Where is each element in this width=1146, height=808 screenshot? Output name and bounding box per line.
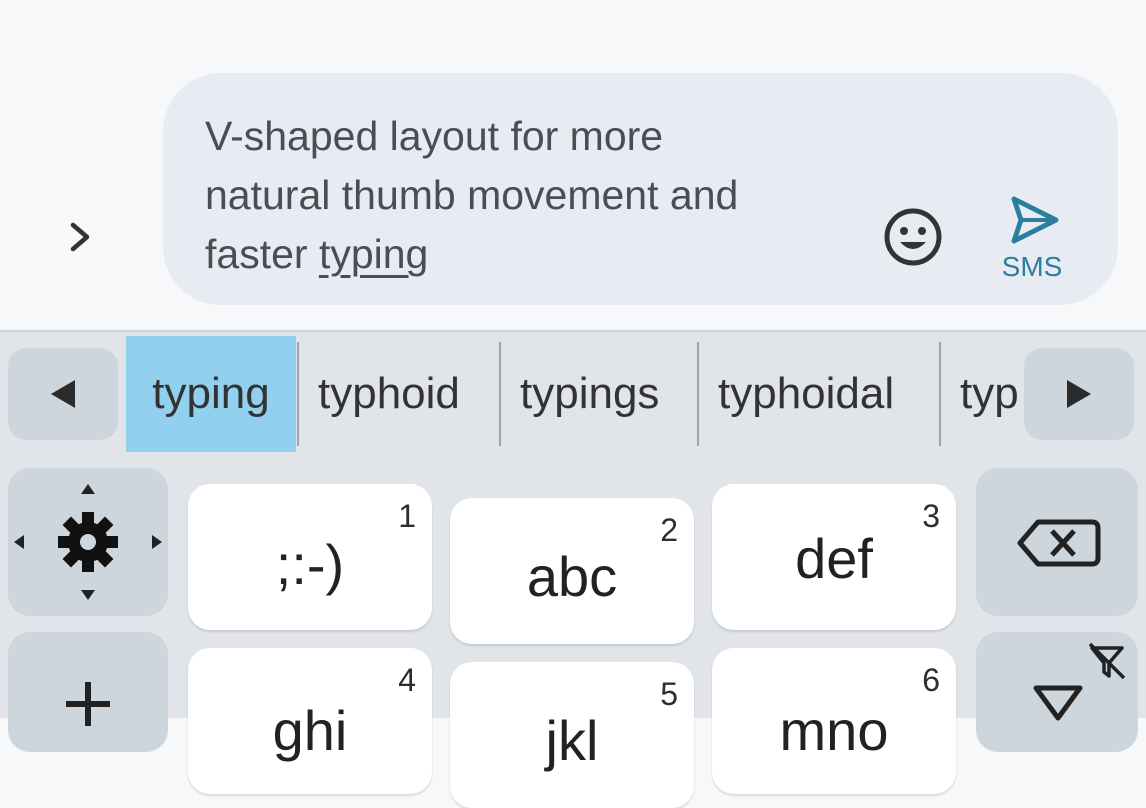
key-label: def [795, 527, 873, 590]
arrow-right-icon [1067, 380, 1091, 408]
message-text[interactable]: V-shaped layout for more natural thumb m… [205, 107, 865, 284]
message-line: V-shaped layout for more [205, 113, 664, 159]
message-line: natural thumb movement and [205, 172, 739, 218]
key-number: 6 [922, 662, 940, 698]
arrow-left-icon [51, 380, 75, 408]
key-number: 1 [398, 498, 416, 534]
add-key[interactable] [8, 632, 168, 752]
send-icon [1011, 196, 1059, 244]
plus-icon [66, 682, 110, 726]
expand-button[interactable] [58, 212, 102, 262]
send-button[interactable]: SMS [989, 191, 1075, 283]
suggestions-scroll-right-button[interactable] [1024, 348, 1134, 440]
filter-key[interactable] [976, 632, 1138, 752]
settings-cursor-key[interactable] [8, 468, 168, 616]
suggestion-divider [697, 342, 699, 446]
key-label: ghi [272, 699, 348, 762]
send-mode-label: SMS [1001, 251, 1063, 282]
key-label: abc [526, 545, 618, 608]
message-line: faster typing [205, 225, 865, 284]
suggestion-divider [297, 342, 299, 446]
message-input[interactable]: V-shaped layout for more natural thumb m… [163, 73, 1118, 305]
key-6[interactable]: 6 mno [712, 648, 956, 794]
gear-icon [14, 484, 162, 600]
chevron-right-icon [70, 222, 90, 252]
key-label: ;:-) [275, 533, 345, 596]
key-5[interactable]: 5 jkl [450, 662, 694, 808]
emoji-icon [884, 208, 942, 266]
key-1[interactable]: 1 ;:-) [188, 484, 432, 630]
suggestion-item[interactable]: typhoid [318, 336, 460, 452]
key-4[interactable]: 4 ghi [188, 648, 432, 794]
suggestion-item[interactable]: typhoidal [718, 336, 894, 452]
backspace-key[interactable] [976, 468, 1138, 616]
keyboard: typing typhoid typings typhoidal typ 1 ;… [0, 330, 1146, 808]
key-number: 4 [398, 662, 416, 698]
suggestion-item[interactable]: typ [960, 336, 1019, 452]
suggestion-divider [939, 342, 941, 446]
compose-area: V-shaped layout for more natural thumb m… [0, 0, 1146, 330]
suggestions-scroll-left-button[interactable] [8, 348, 118, 440]
composing-word: typing [318, 231, 429, 277]
key-label: mno [779, 699, 889, 762]
key-2[interactable]: 2 abc [450, 498, 694, 644]
suggestion-item[interactable]: typings [520, 336, 659, 452]
backspace-icon [1017, 519, 1101, 567]
suggestion-item-selected[interactable]: typing [126, 336, 296, 452]
emoji-button[interactable] [881, 205, 945, 269]
key-3[interactable]: 3 def [712, 484, 956, 630]
message-text-prefix: faster [205, 231, 319, 277]
suggestion-strip: typing typhoid typings typhoidal typ [126, 336, 1022, 452]
key-label: jkl [545, 709, 599, 772]
suggestion-divider [499, 342, 501, 446]
filter-off-icon [1033, 642, 1126, 721]
